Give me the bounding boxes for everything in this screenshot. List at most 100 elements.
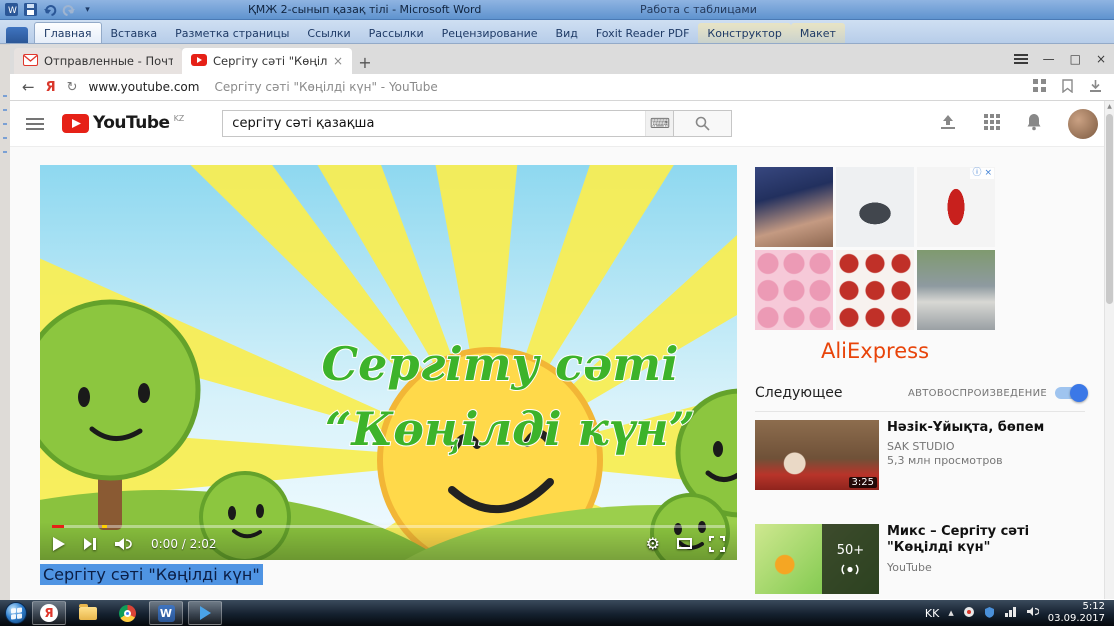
search-button[interactable] xyxy=(674,110,732,137)
downloads-icon[interactable] xyxy=(1089,79,1102,96)
up-next-row: Следующее АВТОВОСПРОИЗВЕДЕНИЕ xyxy=(755,385,1085,401)
youtube-play-icon xyxy=(62,114,89,133)
ad-brand-link[interactable]: AliExpress xyxy=(755,339,995,363)
word-tab-view[interactable]: Вид xyxy=(547,23,587,43)
watch-sidebar: ⓘ × AliExpress Следующее АВТОВОСПРОИЗВЕД… xyxy=(755,167,1090,594)
start-button[interactable] xyxy=(5,602,27,624)
word-tab-layout[interactable]: Макет xyxy=(791,23,845,43)
ad-image[interactable] xyxy=(917,250,995,330)
fullscreen-icon[interactable] xyxy=(709,536,725,552)
word-tab-home[interactable]: Главная xyxy=(34,22,102,43)
ad-marker xyxy=(102,525,107,528)
undo-icon[interactable] xyxy=(42,2,57,17)
office-file-button[interactable] xyxy=(6,27,28,43)
address-bar-page-title: Сергіту сәті "Көңілді күн" - YouTube xyxy=(214,80,437,94)
word-app-icon[interactable]: W xyxy=(4,2,19,17)
notifications-bell-icon[interactable] xyxy=(1026,113,1042,134)
ad-image[interactable] xyxy=(836,167,914,247)
word-tab-insert[interactable]: Вставка xyxy=(102,23,167,43)
clock-time: 5:12 xyxy=(1048,601,1105,614)
upload-icon[interactable] xyxy=(938,114,958,134)
tray-expand-icon[interactable]: ▲ xyxy=(948,609,953,617)
back-button[interactable]: ← xyxy=(22,78,35,96)
word-tab-design[interactable]: Конструктор xyxy=(698,23,790,43)
taskbar-clock[interactable]: 5:12 03.09.2017 xyxy=(1048,601,1109,626)
mix-count-badge: 50+ xyxy=(837,543,864,558)
collections-grid-icon[interactable] xyxy=(1033,79,1046,95)
tray-app-icon[interactable] xyxy=(963,606,975,621)
ad-close-icon[interactable]: × xyxy=(984,168,992,179)
save-icon[interactable] xyxy=(23,2,38,17)
progress-bar[interactable] xyxy=(52,525,725,528)
keyboard-icon[interactable]: ⌨ xyxy=(645,111,673,136)
avatar[interactable] xyxy=(1068,109,1098,139)
youtube-logo[interactable]: YouTube KZ xyxy=(62,114,184,133)
next-button[interactable] xyxy=(83,537,97,551)
ad-image[interactable] xyxy=(755,167,833,247)
taskbar-media-player[interactable] xyxy=(188,601,222,625)
taskbar-explorer[interactable] xyxy=(71,601,105,625)
bookmark-flag-icon[interactable] xyxy=(1062,79,1073,96)
search-input[interactable] xyxy=(232,116,645,131)
minimize-button[interactable]: — xyxy=(1043,52,1055,66)
miniplayer-icon[interactable] xyxy=(677,538,692,549)
redo-icon[interactable] xyxy=(61,2,76,17)
word-tab-review[interactable]: Рецензирование xyxy=(433,23,547,43)
word-tab-foxit[interactable]: Foxit Reader PDF xyxy=(587,23,699,43)
video-player[interactable]: Сергіту сәті “Көңілді күн” xyxy=(40,165,737,560)
yandex-browser-icon: Я xyxy=(40,604,58,622)
autoplay-toggle[interactable] xyxy=(1055,387,1085,399)
close-button[interactable]: × xyxy=(1096,52,1106,66)
tray-shield-icon[interactable] xyxy=(984,606,995,621)
suggested-video-1[interactable]: 3:25 Нәзік-Ұйықта, бөпем SAK STUDIO 5,3 … xyxy=(755,420,1085,490)
browser-tab-youtube[interactable]: Сергіту сәті "Көңілді күн" × xyxy=(182,48,352,74)
hamburger-menu-icon[interactable] xyxy=(26,116,44,132)
word-tab-mailings[interactable]: Рассылки xyxy=(360,23,433,43)
address-bar-url[interactable]: www.youtube.com xyxy=(89,80,200,94)
language-indicator[interactable]: KK xyxy=(925,607,939,620)
qat-dropdown-icon[interactable]: ▾ xyxy=(80,2,95,17)
taskbar-chrome[interactable] xyxy=(110,601,144,625)
folder-icon xyxy=(79,607,97,620)
youtube-region-label: KZ xyxy=(174,114,185,123)
divider xyxy=(755,411,1085,412)
taskbar-word[interactable]: W xyxy=(149,601,183,625)
suggestion-info: Нәзік-Ұйықта, бөпем SAK STUDIO 5,3 млн п… xyxy=(887,420,1044,490)
settings-gear-icon[interactable]: ⚙ xyxy=(646,536,660,552)
suggestion-thumbnail: 3:25 xyxy=(755,420,879,490)
browser-tab-mail[interactable]: Отправленные - Почта Ma xyxy=(14,48,182,74)
browser-menu-icon[interactable] xyxy=(1014,52,1028,66)
taskbar-yandex-browser[interactable]: Я xyxy=(32,601,66,625)
search-box: ⌨ xyxy=(222,110,674,137)
suggestion-views: 5,3 млн просмотров xyxy=(887,454,1044,467)
ad-info-icon[interactable]: ⓘ xyxy=(972,168,981,179)
suggested-video-2[interactable]: 50+ Микс – Сергіту сәті "Көңілді күн" Yo… xyxy=(755,524,1085,594)
volume-icon[interactable] xyxy=(114,537,134,551)
search-icon xyxy=(695,116,710,131)
yandex-button[interactable]: Я xyxy=(46,80,56,95)
toggle-knob xyxy=(1070,384,1088,402)
word-window: W ▾ ҚМЖ 2-сынып қазақ тілі - Microsoft W… xyxy=(0,0,1114,44)
scrollbar-thumb[interactable] xyxy=(1106,114,1113,304)
toolbar-right-icons xyxy=(1033,79,1102,96)
ad-image[interactable] xyxy=(755,250,833,330)
clock-date: 03.09.2017 xyxy=(1048,613,1105,626)
maximize-button[interactable]: □ xyxy=(1070,52,1081,66)
page-scrollbar[interactable]: ▲ xyxy=(1104,101,1114,599)
refresh-icon[interactable]: ↻ xyxy=(67,80,78,95)
tab-close-icon[interactable]: × xyxy=(333,54,343,68)
word-tab-references[interactable]: Ссылки xyxy=(298,23,359,43)
suggestion-channel: YouTube xyxy=(887,561,1085,574)
tray-volume-icon[interactable] xyxy=(1026,606,1039,620)
play-button[interactable] xyxy=(52,536,66,552)
ad-image[interactable] xyxy=(836,250,914,330)
ad-image[interactable] xyxy=(917,167,995,247)
apps-grid-icon[interactable] xyxy=(984,114,1000,133)
scrollbar-up-icon[interactable]: ▲ xyxy=(1105,101,1114,112)
word-tab-page-layout[interactable]: Разметка страницы xyxy=(166,23,298,43)
word-quick-access-toolbar: W ▾ xyxy=(0,2,95,17)
new-tab-button[interactable]: + xyxy=(352,50,378,74)
video-overlay-title-line1: Сергіту сәті xyxy=(321,337,678,391)
tray-network-icon[interactable] xyxy=(1004,606,1017,620)
mix-overlay: 50+ xyxy=(822,524,879,594)
